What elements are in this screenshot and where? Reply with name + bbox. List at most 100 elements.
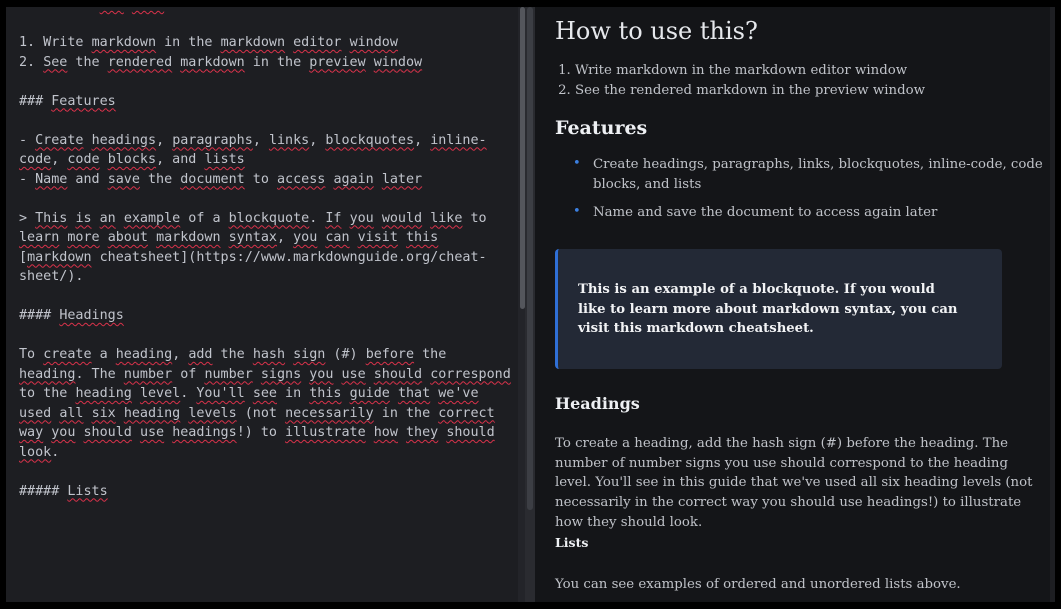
spellcheck-word: before: [365, 347, 415, 362]
spellcheck-word: this: [132, 7, 164, 11]
spellcheck-word: later: [381, 171, 423, 187]
preview-bullet-list: Create headings, paragraphs, links, bloc…: [573, 154, 1055, 232]
spellcheck-word: sign: [293, 347, 326, 362]
spellcheck-word: see: [252, 386, 277, 401]
spellcheck-word: you: [309, 366, 334, 382]
spellcheck-word: you: [349, 210, 374, 226]
editor-text-run: [84, 133, 92, 148]
editor-text-run: [132, 386, 140, 401]
editor-text-run: [366, 425, 374, 440]
editor-text-run: in the: [373, 405, 439, 421]
spellcheck-word: guide: [349, 386, 390, 401]
spellcheck-word: again: [333, 171, 374, 187]
spellcheck-word: should: [83, 425, 132, 440]
editor-text-run: [100, 230, 108, 245]
spellcheck-word: you: [51, 425, 76, 440]
editor-text-run: [390, 386, 398, 401]
editor-text-run: !) to: [236, 425, 286, 440]
preview-h1: How to use this?: [555, 17, 758, 45]
editor-text-run: ,: [156, 132, 173, 148]
spellcheck-word: heading: [75, 386, 132, 401]
pane-splitter-handle[interactable]: [527, 7, 533, 510]
markdown-preview: How to use this? Write markdown in the m…: [535, 7, 1055, 602]
editor-text-run: .: [51, 444, 60, 460]
editor-text-run: [245, 386, 253, 401]
editor-text-run: [422, 367, 430, 382]
markdown-editor[interactable]: ## How to use this? 1. Write markdown in…: [6, 7, 525, 602]
spellcheck-word: would: [381, 210, 423, 226]
editor-text-run: ####: [19, 308, 60, 323]
editor-text-run: To: [19, 347, 44, 362]
spellcheck-word: preview: [309, 54, 366, 70]
spellcheck-word: like: [430, 210, 463, 226]
spellcheck-word: should: [373, 366, 423, 382]
editor-text-run: [: [19, 249, 28, 265]
editor-text-run: , and: [156, 152, 205, 167]
spellcheck-word: use: [341, 366, 366, 382]
spellcheck-word: window: [349, 35, 398, 50]
editor-text-run: [398, 230, 406, 245]
spellcheck-word: correspond: [430, 366, 511, 382]
spellcheck-word: look: [19, 444, 52, 460]
editor-text-run: ###: [19, 93, 52, 109]
editor-text-run: to: [462, 210, 487, 226]
editor-text-run: [342, 35, 350, 50]
spellcheck-word: levels: [188, 405, 237, 421]
spellcheck-word: we've: [438, 386, 479, 401]
editor-text-run: in the: [244, 54, 310, 70]
editor-text-run: >: [19, 210, 36, 226]
preview-scrollbar-track[interactable]: [1050, 7, 1055, 602]
editor-text-run: ,: [172, 347, 189, 362]
editor-text-run: to: [244, 171, 277, 187]
editor-text-run: [366, 367, 374, 382]
spellcheck-word: document: [180, 171, 245, 187]
spellcheck-word: inline-: [430, 132, 487, 148]
spellcheck-word: heading: [115, 347, 173, 362]
spellcheck-word: this: [406, 230, 439, 245]
spellcheck-word: more: [67, 230, 100, 245]
spellcheck-word: correct: [438, 405, 495, 421]
spellcheck-word: markdown: [156, 230, 221, 245]
spellcheck-word: example: [123, 210, 181, 226]
editor-text-run: ,: [309, 132, 326, 148]
editor-text-run: .: [309, 210, 326, 226]
spellcheck-word: create: [43, 347, 92, 362]
spellcheck-word: markdown: [180, 54, 245, 70]
editor-text-run: ,: [277, 230, 294, 245]
spellcheck-word: add: [188, 347, 213, 362]
editor-text-run: in: [277, 386, 310, 401]
editor-text-run: 2.: [19, 54, 44, 70]
editor-text-run: [366, 55, 374, 70]
spellcheck-word: used: [19, 405, 52, 421]
list-item: Name and save the document to access aga…: [573, 202, 1055, 223]
spellcheck-word: necessarily: [285, 405, 374, 421]
spellcheck-word: blockquotes: [325, 132, 415, 148]
editor-text[interactable]: ## How to use this? 1. Write markdown in…: [19, 7, 514, 501]
spellcheck-word: access: [277, 171, 326, 187]
editor-text-run: (not: [236, 405, 286, 421]
editor-text-run: 1. Write: [19, 35, 92, 50]
list-item: Write markdown in the markdown editor wi…: [575, 61, 925, 81]
editor-text-run: [148, 230, 156, 245]
markdown-app: ## How to use this? 1. Write markdown in…: [6, 7, 1055, 602]
editor-text-run: . The: [75, 366, 124, 382]
list-item: Create headings, paragraphs, links, bloc…: [573, 154, 1055, 194]
editor-text-run: cheatsheet](https://www.markdownguide.or…: [91, 249, 487, 265]
spellcheck-word: all: [59, 405, 84, 421]
spellcheck-word: number: [204, 366, 253, 382]
preview-headings-heading: Headings: [555, 394, 640, 413]
editor-text-run: [333, 367, 341, 382]
editor-text-run: the: [212, 347, 253, 362]
spellcheck-word: illustrate: [285, 425, 366, 440]
spellcheck-word: lists: [204, 152, 245, 167]
spellcheck-word: syntax: [228, 230, 277, 245]
spellcheck-word: blocks: [107, 152, 157, 167]
spellcheck-word: you: [293, 230, 318, 245]
spellcheck-word: markdown: [220, 35, 286, 50]
editor-text-run: [253, 367, 261, 382]
spellcheck-word: headings: [172, 425, 237, 440]
spellcheck-word: this: [309, 386, 342, 401]
preview-headings-paragraph: To create a heading, add the hash sign (…: [555, 436, 1033, 530]
spellcheck-word: an: [99, 210, 116, 226]
spellcheck-word: rendered: [107, 54, 173, 70]
